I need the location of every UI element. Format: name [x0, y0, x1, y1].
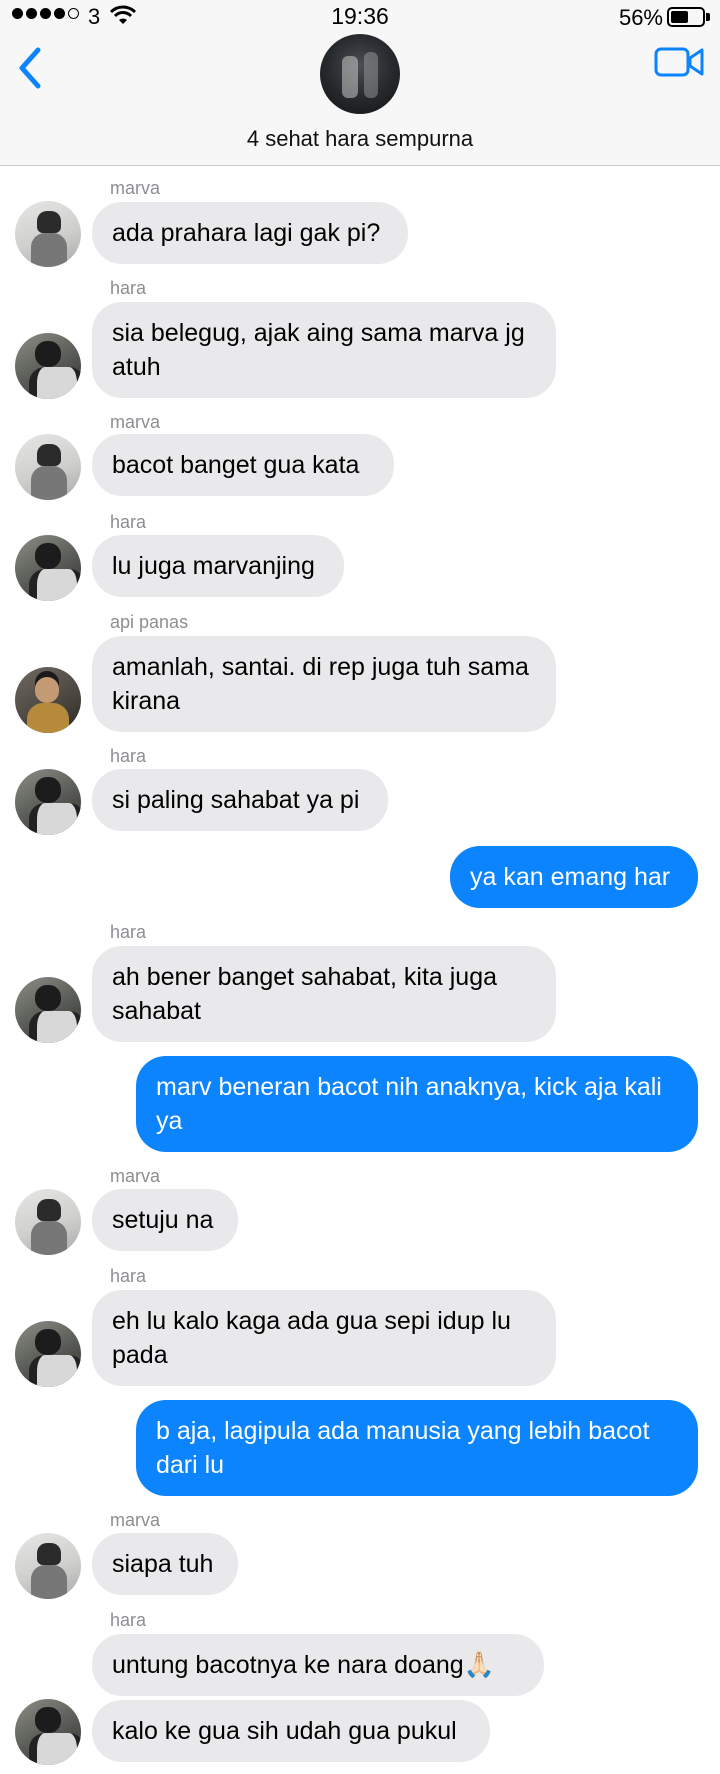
- avatar[interactable]: [15, 333, 81, 399]
- message-bubble[interactable]: ah bener banget sahabat, kita juga sahab…: [92, 946, 556, 1042]
- sender-name: hara: [110, 1610, 147, 1630]
- outgoing-message-bubble[interactable]: b aja, lagipula ada manusia yang lebih b…: [136, 1400, 698, 1496]
- avatar[interactable]: [15, 1321, 81, 1387]
- avatar[interactable]: [15, 769, 81, 835]
- sender-name: marva: [110, 1166, 161, 1186]
- avatar[interactable]: [15, 1533, 81, 1599]
- message-bubble[interactable]: si paling sahabat ya pi: [92, 769, 388, 831]
- avatar[interactable]: [15, 201, 81, 267]
- avatar[interactable]: [15, 977, 81, 1043]
- status-bar: 3 19:36 56%: [0, 0, 720, 34]
- sender-name: hara: [110, 512, 147, 532]
- sender-name: marva: [110, 412, 161, 432]
- video-camera-icon[interactable]: [654, 46, 704, 78]
- avatar[interactable]: [15, 1189, 81, 1255]
- sender-name: hara: [110, 278, 147, 298]
- avatar[interactable]: [15, 1699, 81, 1765]
- sender-name: marva: [110, 1510, 161, 1530]
- message-bubble[interactable]: siapa tuh: [92, 1533, 238, 1595]
- group-avatar[interactable]: [320, 34, 400, 114]
- message-bubble[interactable]: bacot banget gua kata: [92, 434, 394, 496]
- sender-name: hara: [110, 922, 147, 942]
- avatar[interactable]: [15, 667, 81, 733]
- message-bubble[interactable]: sia belegug, ajak aing sama marva jg atu…: [92, 302, 556, 398]
- message-bubble[interactable]: untung bacotnya ke nara doang🙏🏻: [92, 1634, 544, 1696]
- message-bubble[interactable]: setuju na: [92, 1189, 238, 1251]
- group-name[interactable]: 4 sehat hara sempurna: [0, 126, 720, 152]
- avatar[interactable]: [15, 434, 81, 500]
- message-bubble[interactable]: lu juga marvanjing: [92, 535, 344, 597]
- outgoing-message-bubble[interactable]: ya kan emang har: [450, 846, 698, 908]
- sender-name: hara: [110, 746, 147, 766]
- avatar[interactable]: [15, 535, 81, 601]
- message-bubble[interactable]: amanlah, santai. di rep juga tuh sama ki…: [92, 636, 556, 732]
- message-bubble[interactable]: eh lu kalo kaga ada gua sepi idup lu pad…: [92, 1290, 556, 1386]
- sender-name: hara: [110, 1266, 147, 1286]
- message-bubble[interactable]: kalo ke gua sih udah gua pukul: [92, 1700, 490, 1762]
- battery-percent: 56%: [618, 5, 663, 30]
- sender-name: marva: [110, 178, 161, 198]
- sender-name: api panas: [110, 612, 189, 632]
- outgoing-message-bubble[interactable]: marv beneran bacot nih anaknya, kick aja…: [136, 1056, 698, 1152]
- battery-icon: [667, 7, 705, 27]
- back-chevron-icon[interactable]: [14, 44, 48, 92]
- message-bubble[interactable]: ada prahara lagi gak pi?: [92, 202, 408, 264]
- battery-tip: [706, 13, 710, 21]
- conversation-header: 3 19:36 56% 4 sehat hara sempurna: [0, 0, 720, 166]
- clock: 19:36: [331, 3, 389, 29]
